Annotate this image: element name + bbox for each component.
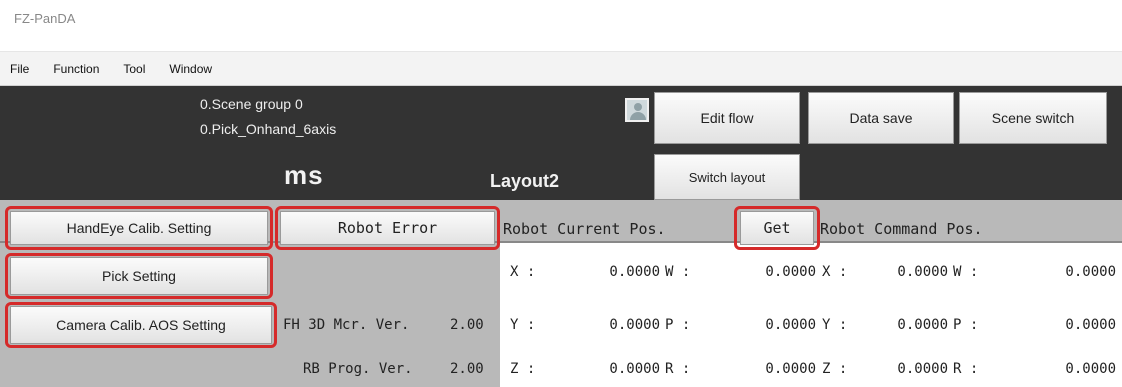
menu-file[interactable]: File [10,62,29,76]
scene-switch-button[interactable]: Scene switch [959,92,1107,144]
menu-bar: File Function Tool Window [0,52,1122,86]
robot-current-pos-header: Robot Current Pos. [503,220,666,238]
command-w-label: W : [953,264,979,280]
data-save-button[interactable]: Data save [808,92,954,144]
menu-window[interactable]: Window [169,62,212,76]
current-y-label: Y : [510,317,536,333]
command-r-value: 0.0000 [1065,361,1116,377]
command-z-label: Z : [822,361,848,377]
current-r-label: R : [665,361,691,377]
current-x-label: X : [510,264,536,280]
handeye-calib-setting-button[interactable]: HandEye Calib. Setting [10,211,268,245]
pick-setting-button[interactable]: Pick Setting [10,257,268,295]
current-w-label: W : [665,264,691,280]
window-title: FZ-PanDA [14,11,76,26]
command-x-value: 0.0000 [897,264,948,280]
fh-version-value: 2.00 [450,317,484,333]
scene-group-label: 0.Scene group 0 [200,96,303,112]
get-button[interactable]: Get [740,211,814,245]
menu-tool[interactable]: Tool [123,62,145,76]
current-p-value: 0.0000 [765,317,816,333]
robot-error-button[interactable]: Robot Error [280,211,495,245]
user-icon[interactable] [625,98,649,122]
command-x-label: X : [822,264,848,280]
time-unit-label: ms [284,160,324,190]
command-p-label: P : [953,317,979,333]
fh-version-label: FH 3D Mcr. Ver. [283,317,410,333]
command-y-label: Y : [822,317,848,333]
current-p-label: P : [665,317,691,333]
command-p-value: 0.0000 [1065,317,1116,333]
rb-version-label: RB Prog. Ver. [303,361,413,377]
command-w-value: 0.0000 [1065,264,1116,280]
scene-name-label: 0.Pick_Onhand_6axis [200,121,337,137]
current-z-label: Z : [510,361,536,377]
menu-function[interactable]: Function [53,62,99,76]
current-w-value: 0.0000 [765,264,816,280]
current-y-value: 0.0000 [609,317,660,333]
camera-calib-aos-setting-button[interactable]: Camera Calib. AOS Setting [10,306,272,344]
title-bar: FZ-PanDA [0,0,1122,52]
switch-layout-button[interactable]: Switch layout [654,154,800,200]
edit-flow-button[interactable]: Edit flow [654,92,800,144]
current-z-value: 0.0000 [609,361,660,377]
layout-label: Layout2 [490,171,560,191]
command-z-value: 0.0000 [897,361,948,377]
current-r-value: 0.0000 [765,361,816,377]
command-r-label: R : [953,361,979,377]
rb-version-value: 2.00 [450,361,484,377]
command-y-value: 0.0000 [897,317,948,333]
robot-command-pos-header: Robot Command Pos. [820,220,983,238]
current-x-value: 0.0000 [609,264,660,280]
